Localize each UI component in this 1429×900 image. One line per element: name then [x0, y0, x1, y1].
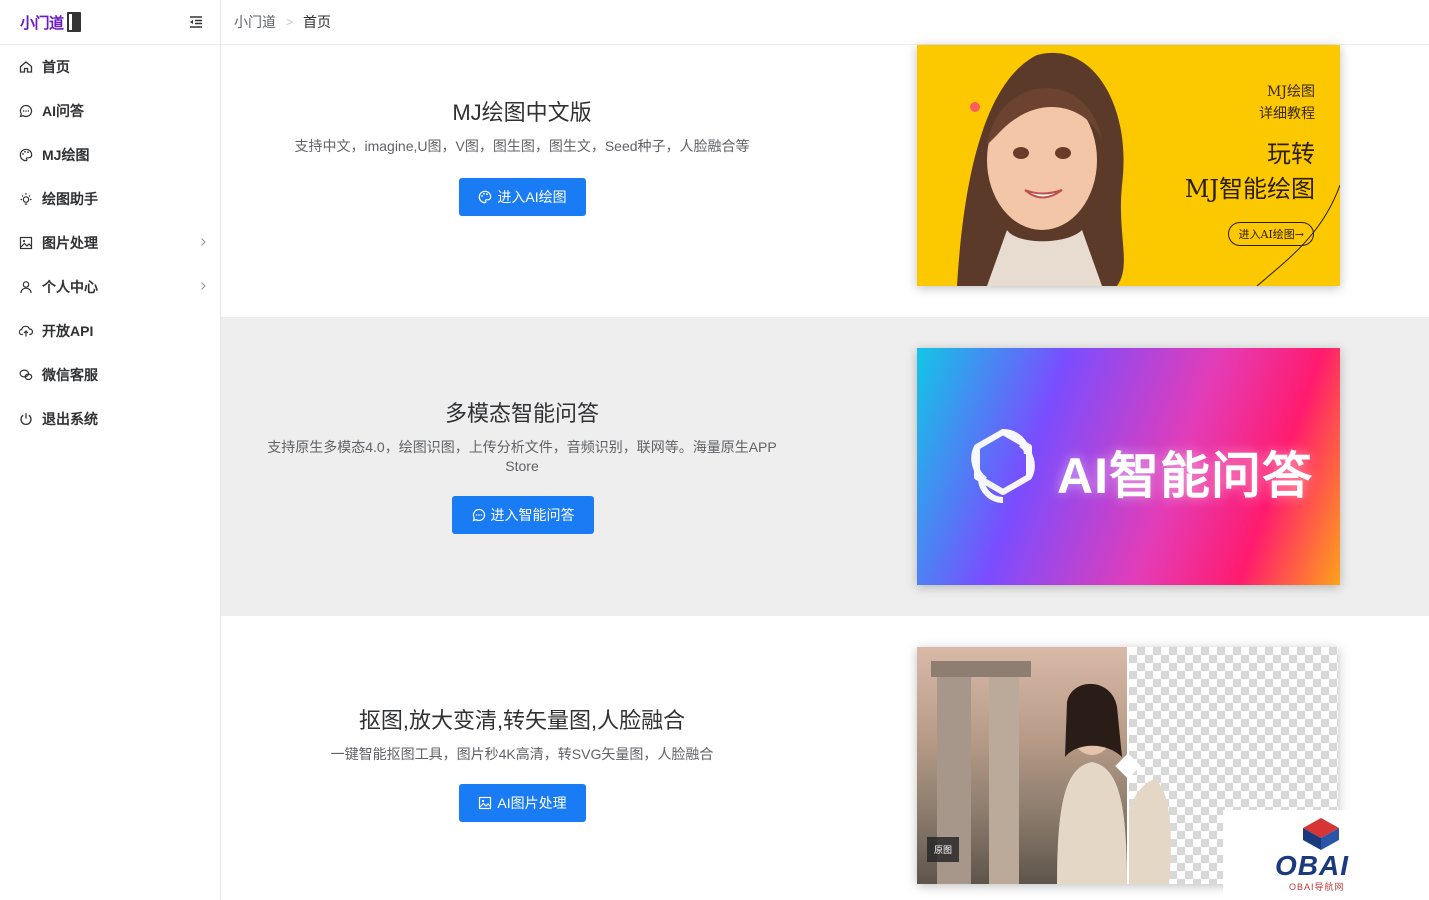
section-desc: 一键智能抠图工具，图片秒4K高清，转SVG矢量图，人脸融合 [330, 746, 714, 762]
section-title: 抠图,放大变清,转矢量图,人脸融合 [358, 708, 686, 733]
upload-cloud-icon [19, 325, 33, 337]
enter-ai-chat-button[interactable]: 进入智能问答 [452, 496, 594, 534]
sidebar-item-user-center[interactable]: 个人中心 [0, 265, 220, 309]
banner-enter-pill[interactable]: 进入AI绘图→ [1228, 222, 1314, 246]
original-label: 原图 [927, 837, 960, 862]
portrait-illustration [957, 52, 1124, 286]
sidebar-item-ai-chat[interactable]: AI问答 [0, 89, 220, 133]
section-text: 多模态智能问答 支持原生多模态4.0，绘图识图，上传分析文件，音频识别，联网等。… [222, 396, 822, 476]
user-icon [20, 281, 32, 294]
ai-image-processing-button[interactable]: AI图片处理 [459, 784, 586, 822]
banner-small-line: 详细教程 [1259, 106, 1315, 122]
sidebar-item-label: 图片处理 [42, 235, 98, 251]
top-header: 小门道 > 首页 [221, 0, 1429, 45]
sidebar-item-label: 微信客服 [42, 367, 98, 383]
banner-headline: 玩转 MJ智能绘图 [1185, 137, 1315, 207]
breadcrumb-item-root[interactable]: 小门道 [234, 12, 276, 32]
logo-bar: 小门道 [0, 0, 220, 45]
chat-icon [19, 104, 33, 118]
sidebar-item-wechat-service[interactable]: 微信客服 [0, 353, 220, 397]
banner-big-line: MJ智能绘图 [1184, 175, 1315, 203]
button-label: AI图片处理 [497, 795, 567, 811]
app-root: 小门道 首页 AI问答 MJ绘图 绘图助手 图片处理 个人中心 开放API 微信… [0, 0, 1429, 900]
sidebar-item-label: 退出系统 [42, 411, 98, 427]
door-icon [66, 12, 81, 32]
home-icon [19, 61, 33, 73]
breadcrumb-item-current: 首页 [303, 14, 332, 30]
sidebar-item-home[interactable]: 首页 [0, 45, 220, 89]
banner-big-line: 玩转 [1267, 140, 1315, 168]
picture-icon [479, 796, 492, 810]
sidebar-menu: 首页 AI问答 MJ绘图 绘图助手 图片处理 个人中心 开放API 微信客服 退… [0, 45, 220, 441]
section-desc: 支持中文，imagine,U图，V图，图生图，图生文，Seed种子，人脸融合等 [294, 138, 750, 154]
logo[interactable]: 小门道 [20, 12, 81, 33]
logo-text: 小门道 [20, 14, 64, 32]
section-desc: 支持原生多模态4.0，绘图识图，上传分析文件，音频识别，联网等。海量原生APP … [267, 439, 777, 474]
sidebar-item-label: 个人中心 [42, 279, 98, 295]
openai-logo-icon [971, 429, 1035, 503]
sidebar-item-image-processing[interactable]: 图片处理 [0, 221, 220, 265]
chevron-right-icon [201, 238, 206, 246]
picture-icon [19, 236, 33, 250]
sidebar: 小门道 首页 AI问答 MJ绘图 绘图助手 图片处理 个人中心 开放API 微信… [0, 0, 221, 900]
palette-icon [19, 148, 33, 162]
watermark-text: OBAI [1275, 850, 1349, 881]
banner-tutorial-text: MJ绘图 详细教程 [1259, 81, 1315, 125]
ai-chat-banner[interactable]: AI智能问答 [917, 348, 1340, 585]
section-title: MJ绘图中文版 [452, 100, 592, 125]
sidebar-item-label: MJ绘图 [42, 147, 90, 163]
power-icon [20, 413, 32, 425]
section-text: MJ绘图中文版 支持中文，imagine,U图，V图，图生图，图生文，Seed种… [222, 95, 822, 156]
section-text: 抠图,放大变清,转矢量图,人脸融合 一键智能抠图工具，图片秒4K高清，转SVG矢… [222, 703, 822, 764]
menu-fold-icon[interactable] [188, 14, 204, 30]
bulb-icon [20, 193, 32, 205]
breadcrumb: 小门道 > 首页 [234, 12, 331, 32]
sidebar-item-label: AI问答 [42, 103, 84, 119]
chat-icon [472, 508, 485, 522]
cube-logo-icon [1303, 818, 1339, 850]
mj-draw-banner[interactable]: MJ绘图 详细教程 玩转 MJ智能绘图 进入AI绘图→ [917, 45, 1340, 286]
enter-ai-draw-button[interactable]: 进入AI绘图 [459, 178, 586, 216]
chevron-right-icon [201, 282, 206, 290]
sidebar-item-logout[interactable]: 退出系统 [0, 397, 220, 441]
sidebar-item-draw-assistant[interactable]: 绘图助手 [0, 177, 220, 221]
wechat-icon [19, 369, 33, 381]
button-label: 进入智能问答 [490, 507, 575, 523]
section-mj-draw: MJ绘图中文版 支持中文，imagine,U图，V图，图生图，图生文，Seed种… [221, 45, 1429, 317]
sidebar-item-label: 开放API [42, 323, 94, 339]
section-ai-chat: 多模态智能问答 支持原生多模态4.0，绘图识图，上传分析文件，音频识别，联网等。… [221, 317, 1429, 616]
section-title: 多模态智能问答 [444, 401, 599, 426]
watermark-subtext: OBAI导航网 [1289, 882, 1345, 892]
sidebar-item-open-api[interactable]: 开放API [0, 309, 220, 353]
sidebar-item-label: 首页 [42, 59, 70, 75]
banner-small-line: MJ绘图 [1267, 84, 1315, 100]
breadcrumb-separator-icon: > [286, 15, 294, 29]
sidebar-item-mj-draw[interactable]: MJ绘图 [0, 133, 220, 177]
banner-title: AI智能问答 [1057, 448, 1313, 504]
sidebar-item-label: 绘图助手 [42, 191, 98, 207]
palette-icon [479, 190, 492, 204]
button-label: 进入AI绘图 [497, 189, 567, 205]
watermark-logo: OBAI OBAI导航网 [1223, 810, 1369, 900]
